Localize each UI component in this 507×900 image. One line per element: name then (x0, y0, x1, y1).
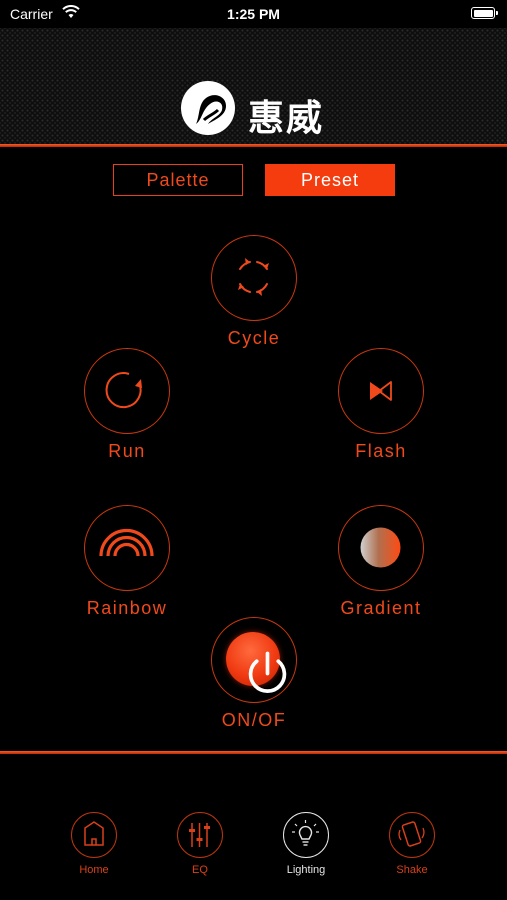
flash-icon (370, 381, 392, 401)
flash-label: Flash (355, 441, 407, 461)
tab-lighting-label: Lighting (286, 864, 326, 876)
gradient-label: Gradient (340, 598, 422, 618)
cycle-label: Cycle (227, 328, 281, 348)
rainbow-mode-button[interactable]: Rainbow (57, 505, 197, 618)
power-toggle-button[interactable]: ON/OF (184, 617, 324, 730)
lighting-tab-ring (283, 812, 329, 858)
eq-sliders-icon (189, 823, 210, 847)
shake-tab-ring (389, 812, 435, 858)
status-bar: Carrier 1:25 PM (0, 0, 507, 28)
swan-logo-icon (181, 81, 235, 135)
tab-shake[interactable]: Shake (367, 812, 457, 882)
rainbow-label: Rainbow (86, 598, 168, 618)
rainbow-icon (99, 528, 154, 557)
power-icon (248, 651, 287, 693)
flash-mode-button[interactable]: Flash (311, 348, 451, 461)
home-tab-ring (71, 812, 117, 858)
header-divider (0, 144, 507, 147)
run-circle-icon (105, 372, 142, 409)
power-button-face (226, 632, 287, 693)
tab-shake-label: Shake (396, 864, 428, 876)
cycle-ring (211, 235, 297, 321)
gradient-icon (360, 527, 401, 568)
tab-home-label: Home (79, 864, 109, 876)
power-ring (211, 617, 297, 703)
home-icon (84, 821, 104, 846)
run-mode-button[interactable]: Run (57, 348, 197, 461)
flash-ring (338, 348, 424, 434)
run-ring (84, 348, 170, 434)
eq-tab-ring (177, 812, 223, 858)
header-banner: 惠威 (0, 28, 507, 144)
brand-name: 惠威 (248, 97, 325, 138)
tab-eq-label: EQ (192, 864, 208, 876)
run-label: Run (108, 441, 146, 461)
gradient-mode-button[interactable]: Gradient (311, 505, 451, 618)
tab-home[interactable]: Home (49, 812, 139, 882)
lightbulb-icon (292, 820, 319, 846)
cycle-mode-button[interactable]: Cycle (184, 235, 324, 348)
rainbow-ring (84, 505, 170, 591)
phone-shake-icon (398, 821, 425, 847)
cycle-arrows-icon (238, 258, 269, 296)
tab-eq[interactable]: EQ (155, 812, 245, 882)
preset-tab-button[interactable]: Preset (265, 164, 395, 196)
clock: 1:25 PM (227, 6, 280, 22)
palette-tab-button[interactable]: Palette (113, 164, 243, 196)
power-label: ON/OF (221, 710, 287, 730)
tab-bar: Home EQ Lighting Shake (0, 754, 507, 900)
gradient-ring (338, 505, 424, 591)
battery-icon (471, 7, 498, 19)
tab-lighting[interactable]: Lighting (261, 812, 351, 882)
